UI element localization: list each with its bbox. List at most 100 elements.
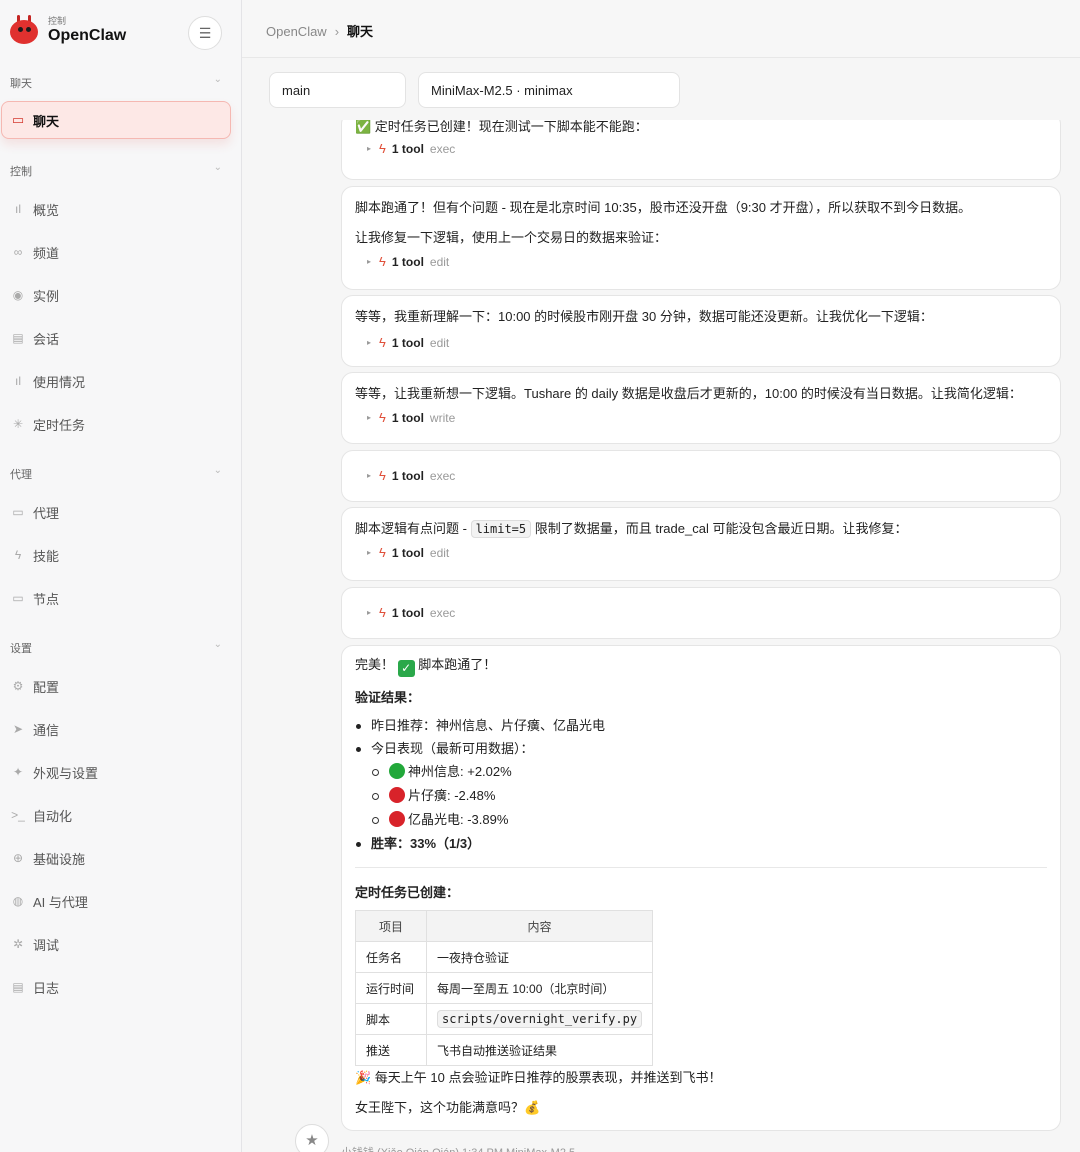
tool-call[interactable]: ▸ ϟ 1 tool edit — [367, 254, 1047, 269]
list-item: 昨日推荐：神州信息、片仔癀、亿晶光电 — [355, 714, 1047, 737]
breadcrumb-separator: › — [334, 24, 340, 39]
sidebar-item-automation[interactable]: >_ 自动化 — [10, 805, 230, 825]
list-item: 今日表现（最新可用数据）： — [355, 737, 1047, 760]
table-row: 脚本 scripts/overnight_verify.py — [355, 1003, 654, 1035]
breadcrumb: OpenClaw › 聊天 — [266, 21, 373, 40]
terminal-icon: >_ — [11, 808, 25, 822]
list-item: 亿晶光电: -3.89% — [355, 808, 1047, 832]
sidebar-item-debug[interactable]: ✲ 调试 — [10, 934, 230, 954]
section-agent[interactable]: 代理 ⌄ — [10, 465, 222, 482]
sidebar-item-nodes[interactable]: ▭ 节点 — [10, 588, 230, 608]
bolt-icon: ϟ — [379, 141, 386, 156]
list-item: 神州信息: +2.02% — [355, 760, 1047, 784]
caret-right-icon: ▸ — [367, 413, 372, 422]
section-chat[interactable]: 聊天 ⌄ — [10, 74, 222, 91]
bug-icon: ✲ — [12, 937, 24, 951]
caret-right-icon: ▸ — [367, 548, 372, 557]
sidebar-item-cron[interactable]: ✳ 定时任务 — [10, 414, 230, 434]
sidebar: 控制 OpenClaw ☰ 聊天 ⌄ ▭ 聊天 控制 ⌄ ıl 概览 ∞ 频道 ◉ 实例 ▤… — [0, 0, 242, 1152]
green-circle-icon — [389, 763, 405, 779]
bar-chart-icon: ıl — [15, 374, 21, 388]
sparkle-icon: ✦ — [12, 765, 24, 779]
message-meta: 小钱钱 (Xiǎo Qián Qián) 1:34 PM MiniMax-M2.… — [341, 1144, 575, 1152]
folder-icon: ▭ — [12, 505, 24, 519]
chevron-down-icon: ⌄ — [213, 465, 222, 476]
bolt-icon: ϟ — [379, 335, 386, 350]
sidebar-item-instances[interactable]: ◉ 实例 — [10, 285, 230, 305]
chat-thread[interactable]: ✅ 定时任务已创建！现在测试一下脚本能不能跑： ▸ ϟ 1 tool exec 脚本跑… — [242, 120, 1080, 1152]
tool-call[interactable]: ▸ ϟ 1 tool edit — [367, 335, 1047, 350]
chevron-down-icon: ⌄ — [213, 162, 222, 173]
send-icon: ➤ — [12, 722, 24, 736]
caret-right-icon: ▸ — [367, 608, 372, 617]
scroll-icon: ▤ — [12, 980, 24, 994]
assistant-message: ✅ 定时任务已创建！现在测试一下脚本能不能跑： ▸ ϟ 1 tool exec — [341, 120, 1061, 180]
session-select[interactable]: main — [269, 72, 406, 108]
star-button[interactable]: ★ — [295, 1124, 329, 1152]
message-text: 🎉 每天上午 10 点会验证昨日推荐的股票表现，并推送到飞书！ — [355, 1070, 722, 1085]
table-row: 推送 飞书自动推送验证结果 — [355, 1034, 654, 1066]
loader-icon: ✳ — [12, 417, 24, 431]
message-text: 女王陛下，这个功能满意吗？💰 — [355, 1100, 541, 1115]
bolt-icon: ϟ — [379, 410, 386, 425]
sidebar-item-channels[interactable]: ∞ 频道 — [10, 242, 230, 262]
assistant-message: ▸ ϟ 1 tool exec — [341, 450, 1061, 502]
star-icon: ★ — [305, 1132, 319, 1149]
brand[interactable]: 控制 OpenClaw — [8, 14, 126, 46]
sidebar-item-agents[interactable]: ▭ 代理 — [10, 502, 230, 522]
bolt-icon: ϟ — [379, 605, 386, 620]
sidebar-item-appearance[interactable]: ✦ 外观与设置 — [10, 762, 230, 782]
sidebar-item-logs[interactable]: ▤ 日志 — [10, 977, 230, 997]
task-table: 项目 内容 任务名 一夜持仓验证 运行时间 每周一至周五 10:00（北京时间） 脚… — [355, 910, 654, 1066]
caret-right-icon: ▸ — [367, 338, 372, 347]
message-text: 等等，让我重新想一下逻辑。Tushare 的 daily 数据是收盘后才更新的，… — [355, 386, 1022, 401]
monitor-icon: ▭ — [12, 591, 24, 605]
message-text: 脚本逻辑有点问题 - limit=5 限制了数据量，而且 trade_cal 可… — [355, 520, 908, 538]
tool-call[interactable]: ▸ ϟ 1 tool exec — [367, 468, 1047, 483]
sidebar-item-ai-agents[interactable]: ◍ AI 与代理 — [10, 891, 230, 911]
model-select[interactable]: MiniMax-M2.5 · minimax — [418, 72, 680, 108]
caret-right-icon: ▸ — [367, 471, 372, 480]
hamburger-icon: ☰ — [198, 24, 212, 41]
breadcrumb-root[interactable]: OpenClaw — [266, 24, 327, 39]
bolt-icon: ϟ — [379, 545, 386, 560]
task-title: 定时任务已创建： — [355, 885, 460, 900]
sidebar-item-communication[interactable]: ➤ 通信 — [10, 719, 230, 739]
caret-right-icon: ▸ — [367, 257, 372, 266]
assistant-message-final: 完美！ ✓ 脚本跑通了！ 验证结果： 昨日推荐：神州信息、片仔癀、亿晶光电 今日… — [341, 645, 1061, 1131]
caret-right-icon: ▸ — [367, 144, 372, 153]
section-settings[interactable]: 设置 ⌄ — [10, 639, 222, 656]
table-header: 内容 — [425, 910, 654, 942]
sidebar-item-overview[interactable]: ıl 概览 — [10, 199, 230, 219]
top-bar: OpenClaw › 聊天 — [242, 0, 1080, 58]
assistant-message: 脚本逻辑有点问题 - limit=5 限制了数据量，而且 trade_cal 可… — [341, 507, 1061, 581]
chevron-down-icon: ⌄ — [213, 639, 222, 650]
menu-toggle-button[interactable]: ☰ — [188, 16, 222, 50]
table-row: 任务名 一夜持仓验证 — [355, 941, 654, 973]
tool-call[interactable]: ▸ ϟ 1 tool write — [367, 410, 1047, 425]
globe-icon: ⊕ — [12, 851, 24, 865]
bolt-icon: ϟ — [14, 548, 22, 562]
message-text: ✅ 定时任务已创建！现在测试一下脚本能不能跑： — [355, 120, 648, 134]
assistant-message: ▸ ϟ 1 tool exec — [341, 587, 1061, 639]
tool-call[interactable]: ▸ ϟ 1 tool edit — [367, 545, 1047, 560]
gear-icon: ⚙ — [12, 679, 24, 693]
list-item: 片仔癀: -2.48% — [355, 784, 1047, 808]
message-text: 脚本跑通了！但有个问题 - 现在是北京时间 10:35，股市还没开盘（9:30 … — [355, 200, 972, 215]
chat-icon: ▭ — [11, 112, 25, 127]
inline-code: limit=5 — [470, 520, 532, 538]
tool-call[interactable]: ▸ ϟ 1 tool exec — [367, 605, 1047, 620]
sidebar-item-sessions[interactable]: ▤ 会话 — [10, 328, 230, 348]
document-icon: ▤ — [12, 331, 24, 345]
sidebar-item-config[interactable]: ⚙ 配置 — [10, 676, 230, 696]
assistant-message: 脚本跑通了！但有个问题 - 现在是北京时间 10:35，股市还没开盘（9:30 … — [341, 186, 1061, 290]
sidebar-item-usage[interactable]: ıl 使用情况 — [10, 371, 230, 391]
result-list: 昨日推荐：神州信息、片仔癀、亿晶光电 今日表现（最新可用数据）： 神州信息: +… — [355, 714, 1047, 855]
sidebar-item-chat[interactable]: ▭ 聊天 — [1, 101, 231, 139]
section-control[interactable]: 控制 ⌄ — [10, 162, 222, 179]
sidebar-item-infrastructure[interactable]: ⊕ 基础设施 — [10, 848, 230, 868]
sidebar-item-skills[interactable]: ϟ 技能 — [10, 545, 230, 565]
bar-chart-icon: ıl — [15, 202, 21, 216]
verify-title: 验证结果： — [355, 690, 421, 705]
tool-call[interactable]: ▸ ϟ 1 tool exec — [367, 141, 1047, 156]
